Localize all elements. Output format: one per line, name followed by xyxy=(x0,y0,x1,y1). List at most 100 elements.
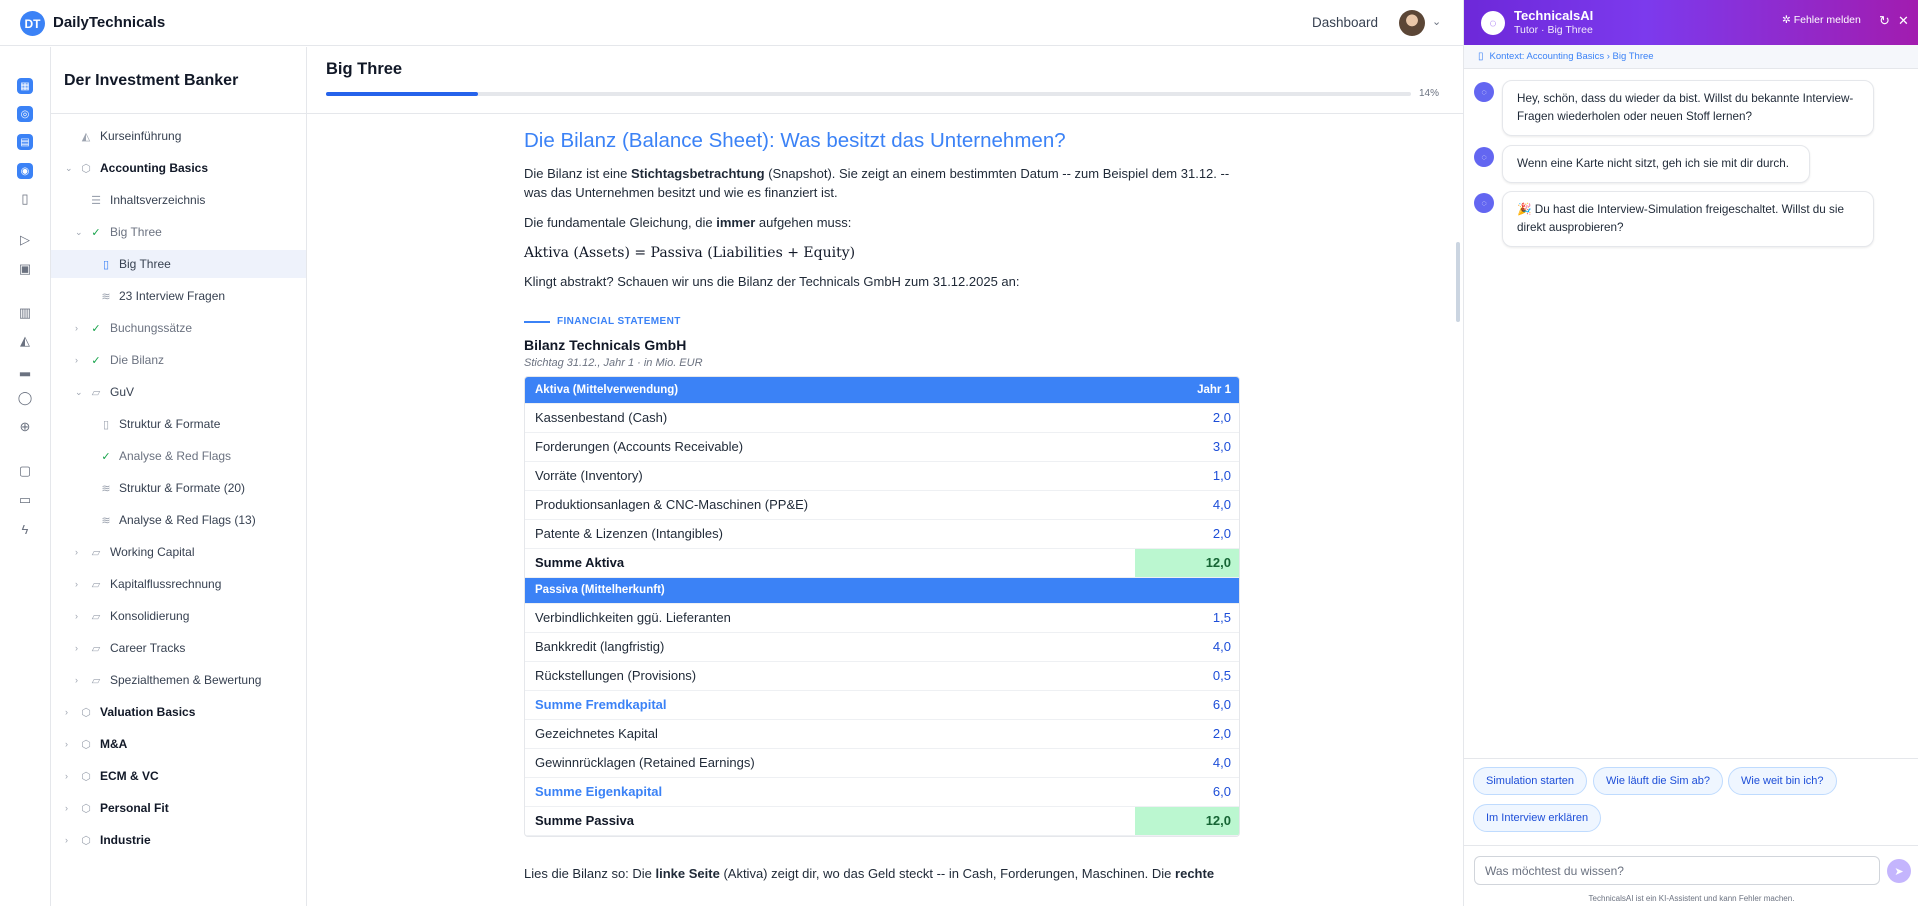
close-icon[interactable]: ✕ xyxy=(1898,13,1909,29)
sidebar-item-ma[interactable]: › ⬡ M&A xyxy=(51,730,306,758)
book-icon: ▯ xyxy=(102,418,110,431)
compass-icon[interactable]: ◎ xyxy=(17,106,33,122)
scrollbar-thumb[interactable] xyxy=(1456,242,1460,322)
context-bar: ▯ Kontext: Accounting Basics › Big Three xyxy=(1464,45,1918,69)
sidebar-item-die-bilanz[interactable]: › ✓ Die Bilanz xyxy=(51,346,306,374)
sidebar-item-label: Struktur & Formate xyxy=(119,417,221,431)
sidebar-item-buchungssaetze[interactable]: › ✓ Buchungssätze xyxy=(51,314,306,342)
folder-icon: ▱ xyxy=(91,642,101,655)
check-circle-icon: ✓ xyxy=(101,450,111,463)
ai-chat-panel: ◌ TechnicalsAI Tutor · Big Three ✲ Fehle… xyxy=(1463,0,1918,906)
sidebar-item-analyse-red-flags-13[interactable]: ≋ Analyse & Red Flags (13) xyxy=(51,506,306,534)
chevron-down-icon[interactable]: ⌄ xyxy=(1432,15,1441,28)
dashboard-link[interactable]: Dashboard xyxy=(1312,15,1378,30)
report-error-button[interactable]: ✲ Fehler melden xyxy=(1782,14,1861,26)
lesson-main: Big Three 14% Die Bilanz (Balance Sheet)… xyxy=(307,47,1463,906)
chat-input[interactable] xyxy=(1474,856,1880,885)
package-icon: ⬡ xyxy=(81,834,91,847)
lifebuoy-icon[interactable]: ⊕ xyxy=(16,418,34,436)
avatar[interactable] xyxy=(1399,10,1425,36)
chevron-right-icon[interactable]: › xyxy=(65,771,68,781)
calendar-icon[interactable]: ▦ xyxy=(17,78,33,94)
sidebar-item-struktur-formate-20[interactable]: ≋ Struktur & Formate (20) xyxy=(51,474,306,502)
send-icon[interactable]: ➤ xyxy=(1887,859,1911,883)
user-icon[interactable]: ◯ xyxy=(16,389,34,407)
play-icon[interactable]: ▷ xyxy=(16,231,34,249)
graduation-icon[interactable]: ◭ xyxy=(16,332,34,350)
book-icon[interactable]: ▯ xyxy=(16,190,34,208)
sidebar-item-label: Konsolidierung xyxy=(110,609,190,623)
subtotal-row: Summe Fremdkapital 6,0 xyxy=(525,690,1239,720)
quick-reply-im-interview[interactable]: Im Interview erklären xyxy=(1473,804,1602,832)
quick-reply-wie-weit[interactable]: Wie weit bin ich? xyxy=(1728,767,1837,795)
sidebar-item-industrie[interactable]: › ⬡ Industrie xyxy=(51,826,306,854)
statement-title: Bilanz Technicals GmbH xyxy=(524,337,687,353)
sidebar-item-analyse-red-flags[interactable]: ✓ Analyse & Red Flags xyxy=(51,442,306,470)
refresh-icon[interactable]: ↻ xyxy=(1879,13,1890,29)
book-icon: ▯ xyxy=(1478,51,1484,62)
text: (Aktiva) zeigt dir, wo das Geld steckt -… xyxy=(719,865,1176,881)
sidebar-item-label: Accounting Basics xyxy=(100,161,209,175)
quick-reply-simulation-starten[interactable]: Simulation starten xyxy=(1473,767,1588,795)
table-header: Passiva (Mittelherkunft) xyxy=(525,577,1239,604)
package-icon: ⬡ xyxy=(81,802,91,815)
brand-name[interactable]: DailyTechnicals xyxy=(53,14,165,31)
sidebar-item-career-tracks[interactable]: › ▱ Career Tracks xyxy=(51,634,306,662)
chevron-right-icon[interactable]: › xyxy=(75,323,78,333)
row-value: 12,0 xyxy=(1135,805,1239,836)
chevron-down-icon[interactable]: ⌄ xyxy=(75,227,83,238)
briefcase-small-icon[interactable]: ▢ xyxy=(16,462,34,480)
package-icon: ⬡ xyxy=(81,770,91,783)
chevron-right-icon[interactable]: › xyxy=(75,579,78,589)
sidebar-item-personal-fit[interactable]: › ⬡ Personal Fit xyxy=(51,794,306,822)
sidebar-item-ecm-vc[interactable]: › ⬡ ECM & VC xyxy=(51,762,306,790)
sidebar-item-guv[interactable]: ⌄ ▱ GuV xyxy=(51,378,306,406)
sidebar-item-kapitalflussrechnung[interactable]: › ▱ Kapitalflussrechnung xyxy=(51,570,306,598)
target-icon[interactable]: ◉ xyxy=(17,163,33,179)
row-label: Produktionsanlagen & CNC-Maschinen (PP&E… xyxy=(525,490,1135,520)
text: Die fundamentale Gleichung, die xyxy=(524,215,717,230)
chat-header: ◌ TechnicalsAI Tutor · Big Three ✲ Fehle… xyxy=(1464,0,1918,45)
briefcase-icon[interactable]: ▣ xyxy=(16,260,34,278)
chevron-right-icon[interactable]: › xyxy=(65,739,68,749)
document-icon[interactable]: ▤ xyxy=(17,134,33,150)
sidebar-item-big-three-lesson[interactable]: ▯ Big Three xyxy=(51,250,306,278)
bold-text: Stichtagsbetrachtung xyxy=(630,166,765,181)
row-label: Gewinnrücklagen (Retained Earnings) xyxy=(525,748,1135,778)
row-value: 2,0 xyxy=(1135,403,1239,433)
sidebar-item-struktur-formate[interactable]: ▯ Struktur & Formate xyxy=(51,410,306,438)
sidebar-item-big-three-chapter[interactable]: ⌄ ✓ Big Three xyxy=(51,218,306,246)
chevron-down-icon[interactable]: ⌄ xyxy=(65,163,73,174)
brand-logo-icon[interactable]: DT xyxy=(20,11,45,36)
zap-icon[interactable]: ϟ xyxy=(16,520,34,538)
sidebar-item-kurseinfuehrung[interactable]: ◭ Kurseinführung xyxy=(51,122,306,150)
sidebar-item-label: Kurseinführung xyxy=(100,129,182,143)
chevron-right-icon[interactable]: › xyxy=(65,835,68,845)
table-row: Gewinnrücklagen (Retained Earnings) 4,0 xyxy=(525,748,1239,778)
sidebar-item-konsolidierung[interactable]: › ▱ Konsolidierung xyxy=(51,602,306,630)
sidebar-item-working-capital[interactable]: › ▱ Working Capital xyxy=(51,538,306,566)
chevron-right-icon[interactable]: › xyxy=(75,355,78,365)
building-icon[interactable]: ▥ xyxy=(16,304,34,322)
bot-avatar-icon: ◌ xyxy=(1474,82,1494,102)
chevron-right-icon[interactable]: › xyxy=(75,643,78,653)
quick-reply-wie-laeuft-sim[interactable]: Wie läuft die Sim ab? xyxy=(1593,767,1723,795)
chevron-right-icon[interactable]: › xyxy=(65,803,68,813)
sidebar-item-interview-fragen[interactable]: ≋ 23 Interview Fragen xyxy=(51,282,306,310)
chevron-down-icon[interactable]: ⌄ xyxy=(75,387,83,398)
chevron-right-icon[interactable]: › xyxy=(75,547,78,557)
sidebar-item-accounting-basics[interactable]: ⌄ ⬡ Accounting Basics xyxy=(51,154,306,182)
row-value: 6,0 xyxy=(1135,777,1239,807)
course-title: Der Investment Banker xyxy=(64,72,239,89)
sidebar-item-spezialthemen[interactable]: › ▱ Spezialthemen & Bewertung xyxy=(51,666,306,694)
sidebar-item-valuation-basics[interactable]: › ⬡ Valuation Basics xyxy=(51,698,306,726)
chevron-right-icon[interactable]: › xyxy=(75,675,78,685)
chevron-right-icon[interactable]: › xyxy=(75,611,78,621)
file-icon[interactable]: ▭ xyxy=(16,491,34,509)
sum-row: Summe Aktiva 12,0 xyxy=(525,547,1239,578)
sidebar-item-inhaltsverzeichnis[interactable]: ☰ Inhaltsverzeichnis xyxy=(51,186,306,214)
chevron-right-icon[interactable]: › xyxy=(65,707,68,717)
message-bubble: Hey, schön, dass du wieder da bist. Will… xyxy=(1502,80,1874,136)
bar-chart-icon[interactable]: ▂ xyxy=(16,360,34,378)
page-title: Big Three xyxy=(326,60,403,78)
